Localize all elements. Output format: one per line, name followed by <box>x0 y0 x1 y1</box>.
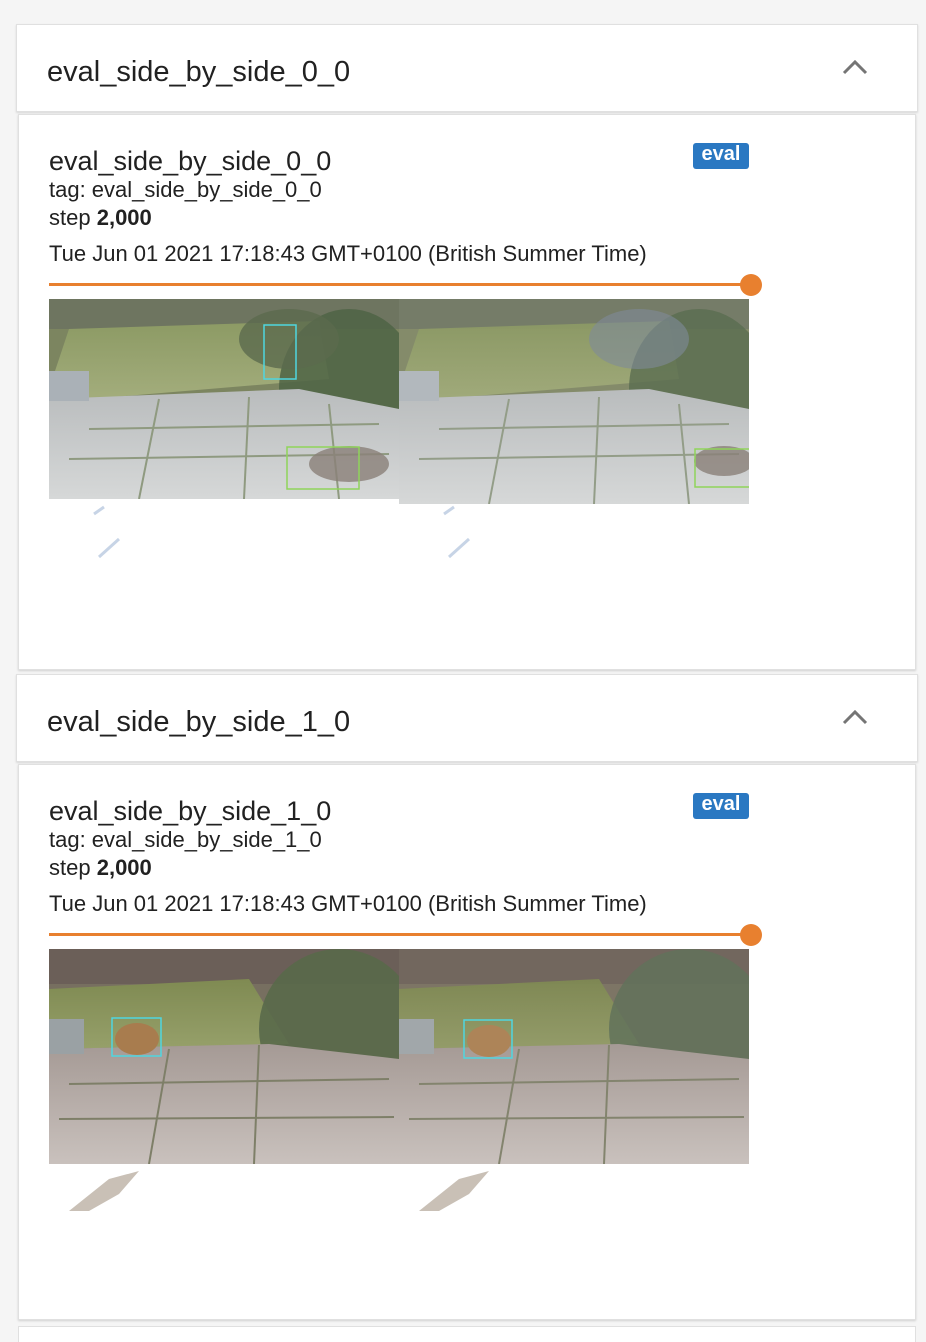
chevron-up-icon <box>842 59 868 75</box>
step-label: step 2,000 <box>49 855 152 881</box>
image-card-0: eval_side_by_side_0_0 eval tag: eval_sid… <box>18 114 916 670</box>
right-frame <box>399 949 749 1213</box>
section-title: eval_side_by_side_0_0 <box>47 56 351 88</box>
collapse-button[interactable] <box>837 53 873 83</box>
tag-label: tag: eval_side_by_side_1_0 <box>49 827 322 852</box>
step-value: 2,000 <box>96 205 152 230</box>
collapse-button[interactable] <box>837 703 873 733</box>
slider-fill <box>49 283 751 286</box>
next-section-header <box>18 1326 916 1342</box>
timestamp: Tue Jun 01 2021 17:18:43 GMT+0100 (Briti… <box>49 891 647 916</box>
garden-image <box>49 299 749 563</box>
card-title: eval_side_by_side_0_0 <box>49 146 332 176</box>
run-badge: eval <box>693 143 749 169</box>
left-frame <box>49 299 419 563</box>
chevron-up-icon <box>842 709 868 725</box>
timestamp: Tue Jun 01 2021 17:18:43 GMT+0100 (Briti… <box>49 241 647 266</box>
image-card-1: eval_side_by_side_1_0 eval tag: eval_sid… <box>18 764 916 1320</box>
garden-image <box>49 949 749 1213</box>
left-frame <box>49 949 419 1213</box>
section-header-0[interactable]: eval_side_by_side_0_0 <box>16 24 918 112</box>
side-by-side-image <box>49 949 749 1213</box>
section-title: eval_side_by_side_1_0 <box>47 706 351 738</box>
step-slider[interactable] <box>49 923 762 947</box>
run-badge: eval <box>693 793 749 819</box>
side-by-side-image <box>49 299 749 563</box>
step-prefix: step <box>49 855 91 880</box>
step-value: 2,000 <box>96 855 152 880</box>
slider-knob[interactable] <box>740 924 762 946</box>
slider-fill <box>49 933 751 936</box>
step-prefix: step <box>49 205 91 230</box>
slider-knob[interactable] <box>740 274 762 296</box>
section-header-1[interactable]: eval_side_by_side_1_0 <box>16 674 918 762</box>
card-title: eval_side_by_side_1_0 <box>49 796 332 826</box>
right-frame <box>399 299 749 563</box>
step-label: step 2,000 <box>49 205 152 231</box>
step-slider[interactable] <box>49 273 762 297</box>
tag-label: tag: eval_side_by_side_0_0 <box>49 177 322 202</box>
